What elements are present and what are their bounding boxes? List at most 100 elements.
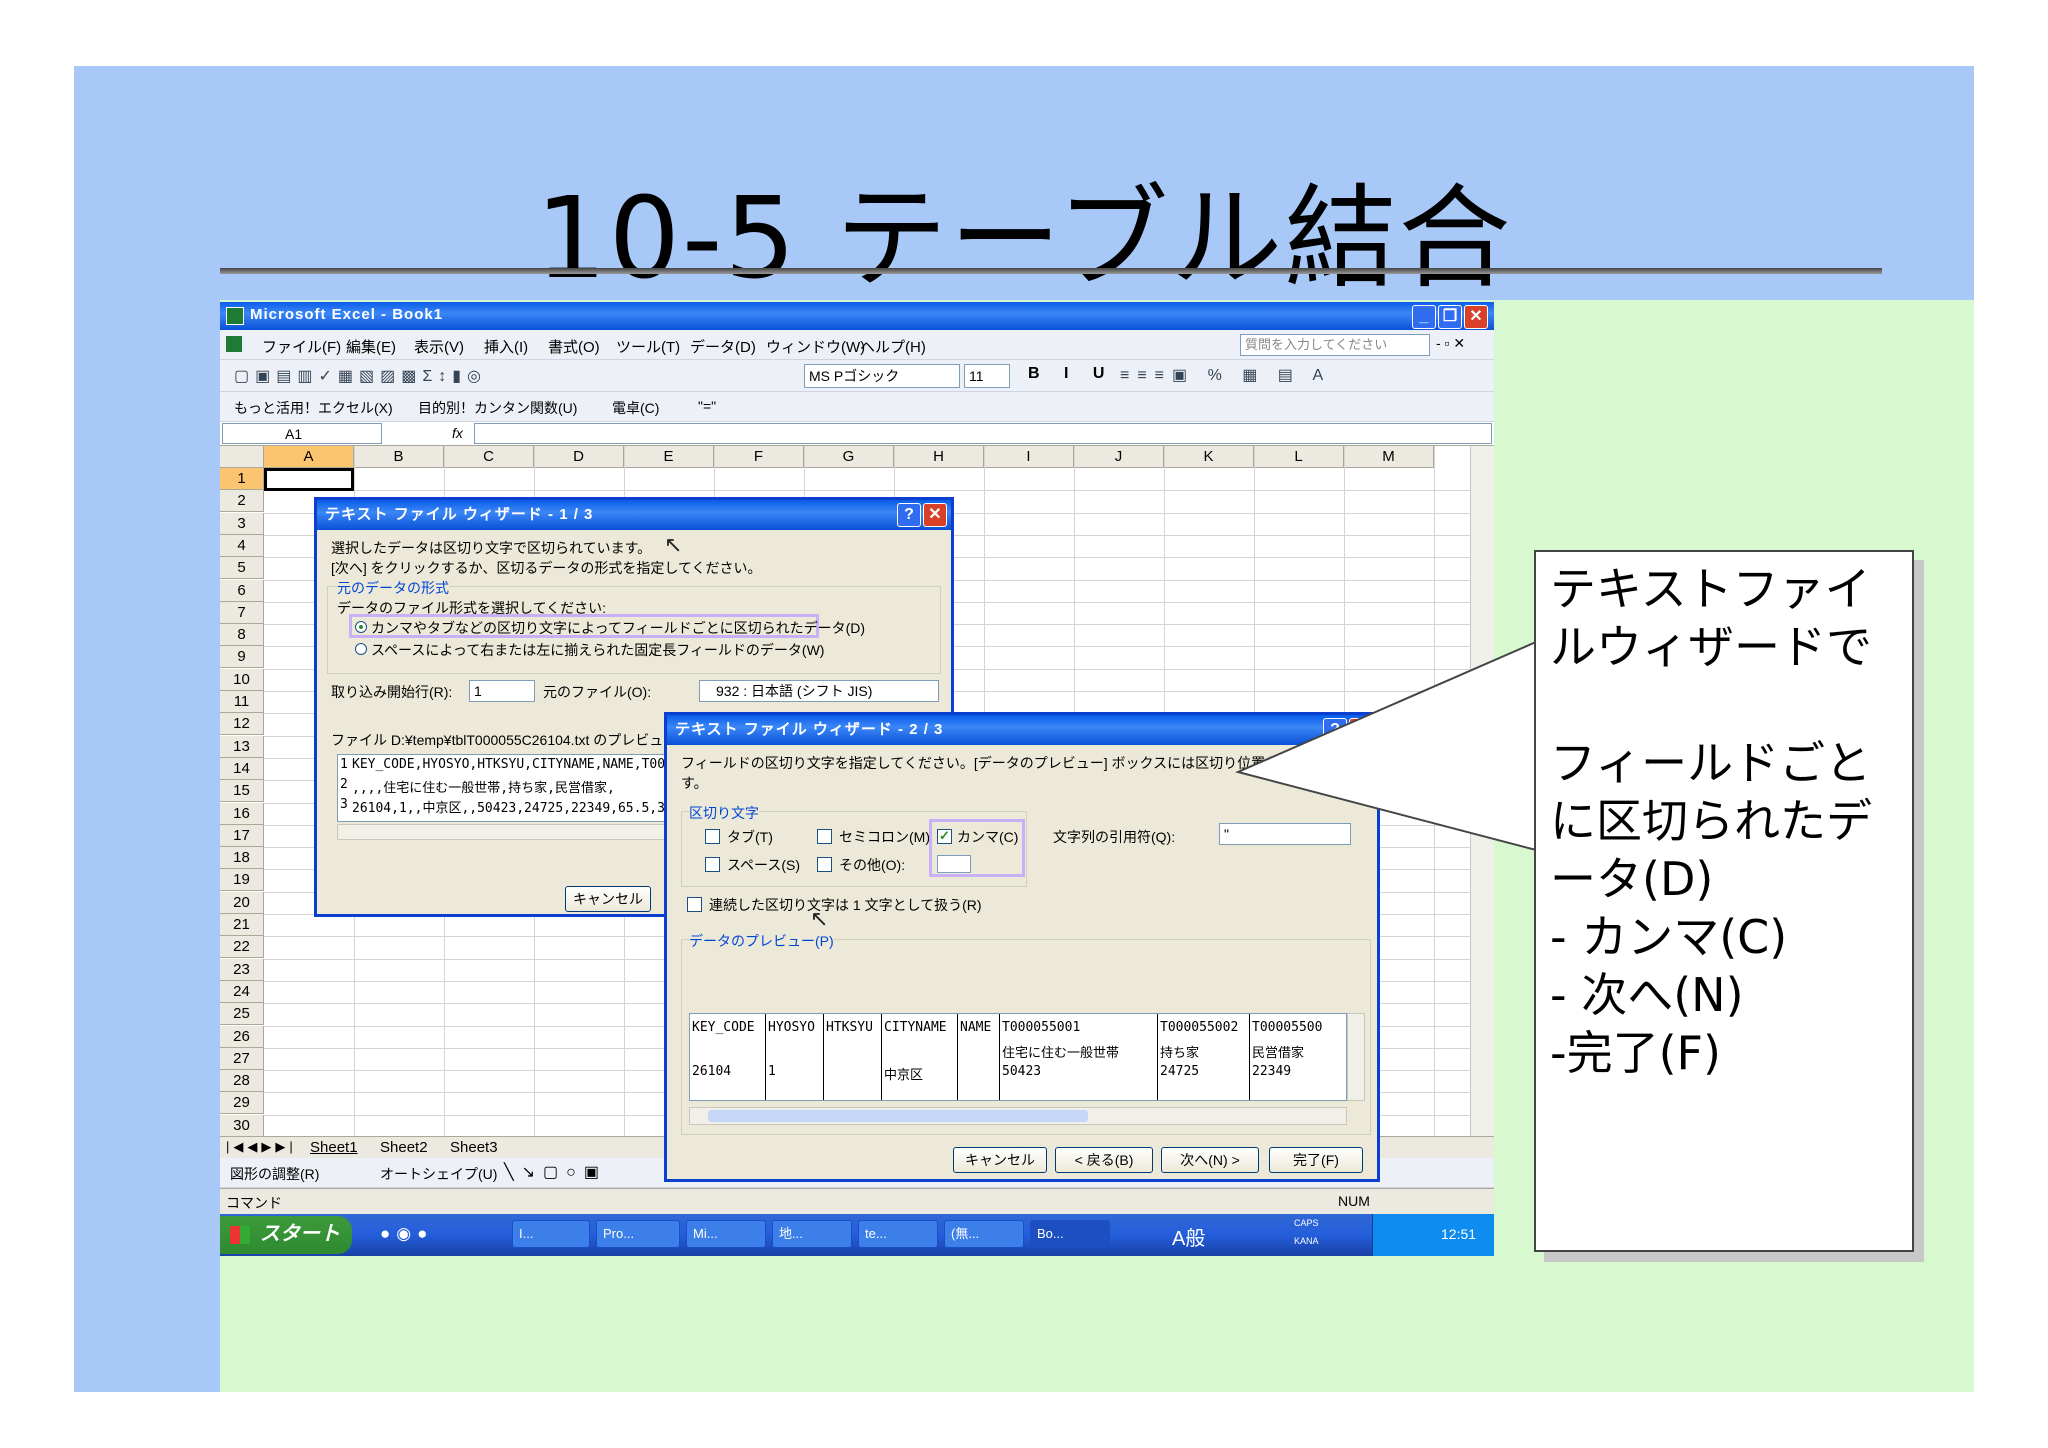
column-header-e[interactable]: E: [624, 446, 714, 468]
row-header-20[interactable]: 20: [220, 891, 264, 914]
autoshape[interactable]: オートシェイプ(U): [380, 1164, 497, 1184]
task-5[interactable]: te...: [858, 1220, 938, 1248]
restore-icon[interactable]: ❐: [1438, 305, 1462, 329]
column-header-j[interactable]: J: [1074, 446, 1164, 468]
row-header-24[interactable]: 24: [220, 980, 264, 1003]
column-header-h[interactable]: H: [894, 446, 984, 468]
doc-window-controls[interactable]: - ▫ ✕: [1436, 335, 1465, 352]
row-header-27[interactable]: 27: [220, 1047, 264, 1070]
column-header-c[interactable]: C: [444, 446, 534, 468]
checkbox-space[interactable]: [705, 857, 720, 872]
row-header-9[interactable]: 9: [220, 646, 264, 669]
sheet-nav-arrows[interactable]: |◀◀▶▶|: [226, 1139, 297, 1155]
toolbar-icons[interactable]: ▢▣▤▥✓▦▧▨▩Σ↕▮◎: [234, 366, 487, 386]
row-header-21[interactable]: 21: [220, 914, 264, 936]
row-header-12[interactable]: 12: [220, 713, 264, 736]
menu-file[interactable]: ファイル(F): [262, 336, 341, 357]
row-header-13[interactable]: 13: [220, 735, 264, 758]
minimize-icon[interactable]: _: [1412, 305, 1436, 329]
checkbox-comma[interactable]: ✓: [937, 829, 952, 844]
checkbox-tab[interactable]: [705, 829, 720, 844]
help-icon[interactable]: ?: [897, 503, 921, 527]
row-header-11[interactable]: 11: [220, 691, 264, 713]
next-button[interactable]: 次へ(N) >: [1161, 1147, 1259, 1173]
menu-view[interactable]: 表示(V): [414, 336, 464, 357]
ime-indicator[interactable]: A般: [1172, 1222, 1205, 1251]
fx-icon[interactable]: fx: [452, 425, 463, 441]
column-header-d[interactable]: D: [534, 446, 624, 468]
row-header-29[interactable]: 29: [220, 1092, 264, 1115]
row-header-22[interactable]: 22: [220, 936, 264, 959]
task-3[interactable]: Mi...: [686, 1220, 766, 1248]
toolbar-dentaku[interactable]: 電卓(C): [612, 398, 659, 418]
finish-button[interactable]: 完了(F): [1269, 1147, 1363, 1173]
menu-window[interactable]: ウィンドウ(W): [766, 336, 865, 357]
origin-select[interactable]: 932 : 日本語 (シフト JIS): [699, 680, 939, 702]
quick-launch-icons[interactable]: ●◉●: [380, 1224, 433, 1244]
label-semicolon[interactable]: セミコロン(M): [839, 827, 930, 847]
label-consecutive[interactable]: 連続した区切り文字は 1 文字として扱う(R): [709, 895, 982, 915]
row-header-26[interactable]: 26: [220, 1025, 264, 1048]
menu-tools[interactable]: ツール(T): [616, 336, 680, 357]
wizard2-cancel-button[interactable]: キャンセル: [953, 1147, 1047, 1173]
row-header-5[interactable]: 5: [220, 557, 264, 580]
wizard1-close-icon[interactable]: ✕: [923, 503, 947, 527]
row-header-17[interactable]: 17: [220, 824, 264, 847]
other-delimiter-input[interactable]: [937, 855, 971, 873]
row-header-3[interactable]: 3: [220, 512, 264, 535]
toolbar-kansu[interactable]: 目的別！カンタン関数(U): [418, 398, 577, 418]
task-1[interactable]: I...: [512, 1220, 590, 1248]
row-header-18[interactable]: 18: [220, 847, 264, 870]
menu-insert[interactable]: 挿入(I): [484, 336, 528, 357]
column-header-g[interactable]: G: [804, 446, 894, 468]
tab-sheet2[interactable]: Sheet2: [380, 1139, 428, 1156]
back-button[interactable]: < 戻る(B): [1055, 1147, 1153, 1173]
row-header-19[interactable]: 19: [220, 869, 264, 892]
row-header-10[interactable]: 10: [220, 668, 264, 691]
task-7-active[interactable]: Bo...: [1030, 1220, 1110, 1248]
column-header-a[interactable]: A: [264, 446, 354, 468]
row-header-7[interactable]: 7: [220, 601, 264, 624]
radio-delimited[interactable]: [355, 621, 367, 633]
option-delimited[interactable]: カンマやタブなどの区切り文字によってフィールドごとに区切られたデータ(D): [371, 618, 865, 638]
menu-edit[interactable]: 編集(E): [346, 336, 396, 357]
column-header-f[interactable]: F: [714, 446, 804, 468]
toolbar-katsuyou[interactable]: もっと活用！エクセル(X): [234, 398, 393, 418]
label-comma[interactable]: カンマ(C): [957, 827, 1018, 847]
menu-format[interactable]: 書式(O): [548, 336, 600, 357]
task-2[interactable]: Pro...: [596, 1220, 680, 1248]
column-header-l[interactable]: L: [1254, 446, 1344, 468]
checkbox-semicolon[interactable]: [817, 829, 832, 844]
row-header-2[interactable]: 2: [220, 490, 264, 513]
select-all-corner[interactable]: [220, 446, 264, 468]
help-search-input[interactable]: 質問を入力してください: [1240, 334, 1430, 356]
label-space[interactable]: スペース(S): [727, 855, 800, 875]
column-header-k[interactable]: K: [1164, 446, 1254, 468]
font-size-select[interactable]: 11: [964, 364, 1010, 388]
font-name-select[interactable]: MS Pゴシック: [804, 364, 960, 388]
row-header-1[interactable]: 1: [220, 468, 264, 490]
row-header-28[interactable]: 28: [220, 1070, 264, 1093]
close-icon[interactable]: ✕: [1464, 305, 1488, 329]
row-header-25[interactable]: 25: [220, 1003, 264, 1026]
toolbar-equals[interactable]: "=": [698, 398, 716, 414]
task-6[interactable]: (無...: [944, 1220, 1024, 1248]
checkbox-other[interactable]: [817, 857, 832, 872]
preview-hscroll[interactable]: [689, 1107, 1347, 1125]
row-header-15[interactable]: 15: [220, 780, 264, 803]
shape-tools[interactable]: ╲↘▢○▣: [504, 1162, 607, 1182]
column-header-i[interactable]: I: [984, 446, 1074, 468]
checkbox-consecutive[interactable]: [687, 897, 702, 912]
format-buttons[interactable]: B I U: [1028, 365, 1114, 383]
name-box[interactable]: A1: [222, 423, 382, 444]
row-header-6[interactable]: 6: [220, 579, 264, 602]
label-other[interactable]: その他(O):: [839, 855, 905, 875]
start-row-input[interactable]: 1: [469, 680, 535, 702]
column-header-m[interactable]: M: [1344, 446, 1434, 468]
option-fixed-width[interactable]: スペースによって右または左に揃えられた固定長フィールドのデータ(W): [371, 640, 824, 660]
active-cell-a1[interactable]: [264, 468, 354, 491]
row-header-16[interactable]: 16: [220, 802, 264, 825]
tab-sheet1[interactable]: Sheet1: [310, 1139, 358, 1156]
task-4[interactable]: 地...: [772, 1220, 852, 1248]
column-header-b[interactable]: B: [354, 446, 444, 468]
